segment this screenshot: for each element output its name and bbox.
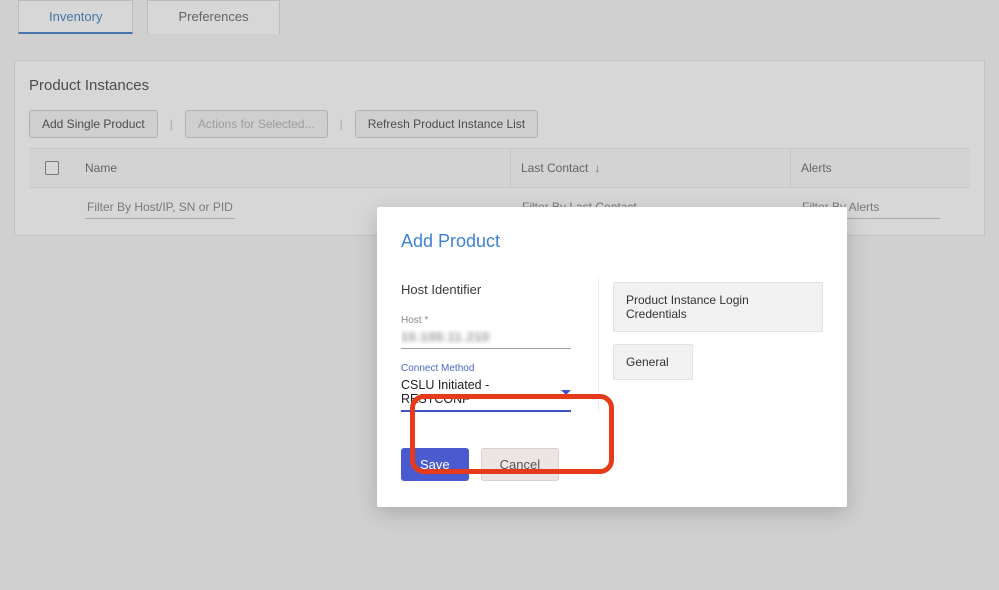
save-button[interactable]: Save <box>401 448 469 481</box>
connect-method-value: CSLU Initiated - RESTCONF <box>401 378 561 406</box>
host-input[interactable] <box>401 328 571 349</box>
general-tab-button[interactable]: General <box>613 344 693 380</box>
credentials-tab-button[interactable]: Product Instance Login Credentials <box>613 282 823 332</box>
modal-body: Host Identifier Host * Connect Method CS… <box>401 278 823 412</box>
connect-method-select[interactable]: CSLU Initiated - RESTCONF <box>401 376 571 412</box>
cancel-button[interactable]: Cancel <box>481 448 559 481</box>
modal-left-column: Host Identifier Host * Connect Method CS… <box>401 278 599 412</box>
modal-right-column: Product Instance Login Credentials Gener… <box>613 278 823 412</box>
add-product-modal: Add Product Host Identifier Host * Conne… <box>377 207 847 507</box>
modal-actions: Save Cancel <box>401 448 823 481</box>
host-identifier-label: Host Identifier <box>401 282 584 297</box>
modal-title: Add Product <box>401 231 823 252</box>
host-field-label: Host * <box>401 315 584 326</box>
chevron-down-icon <box>561 390 571 395</box>
connect-method-label: Connect Method <box>401 363 584 374</box>
